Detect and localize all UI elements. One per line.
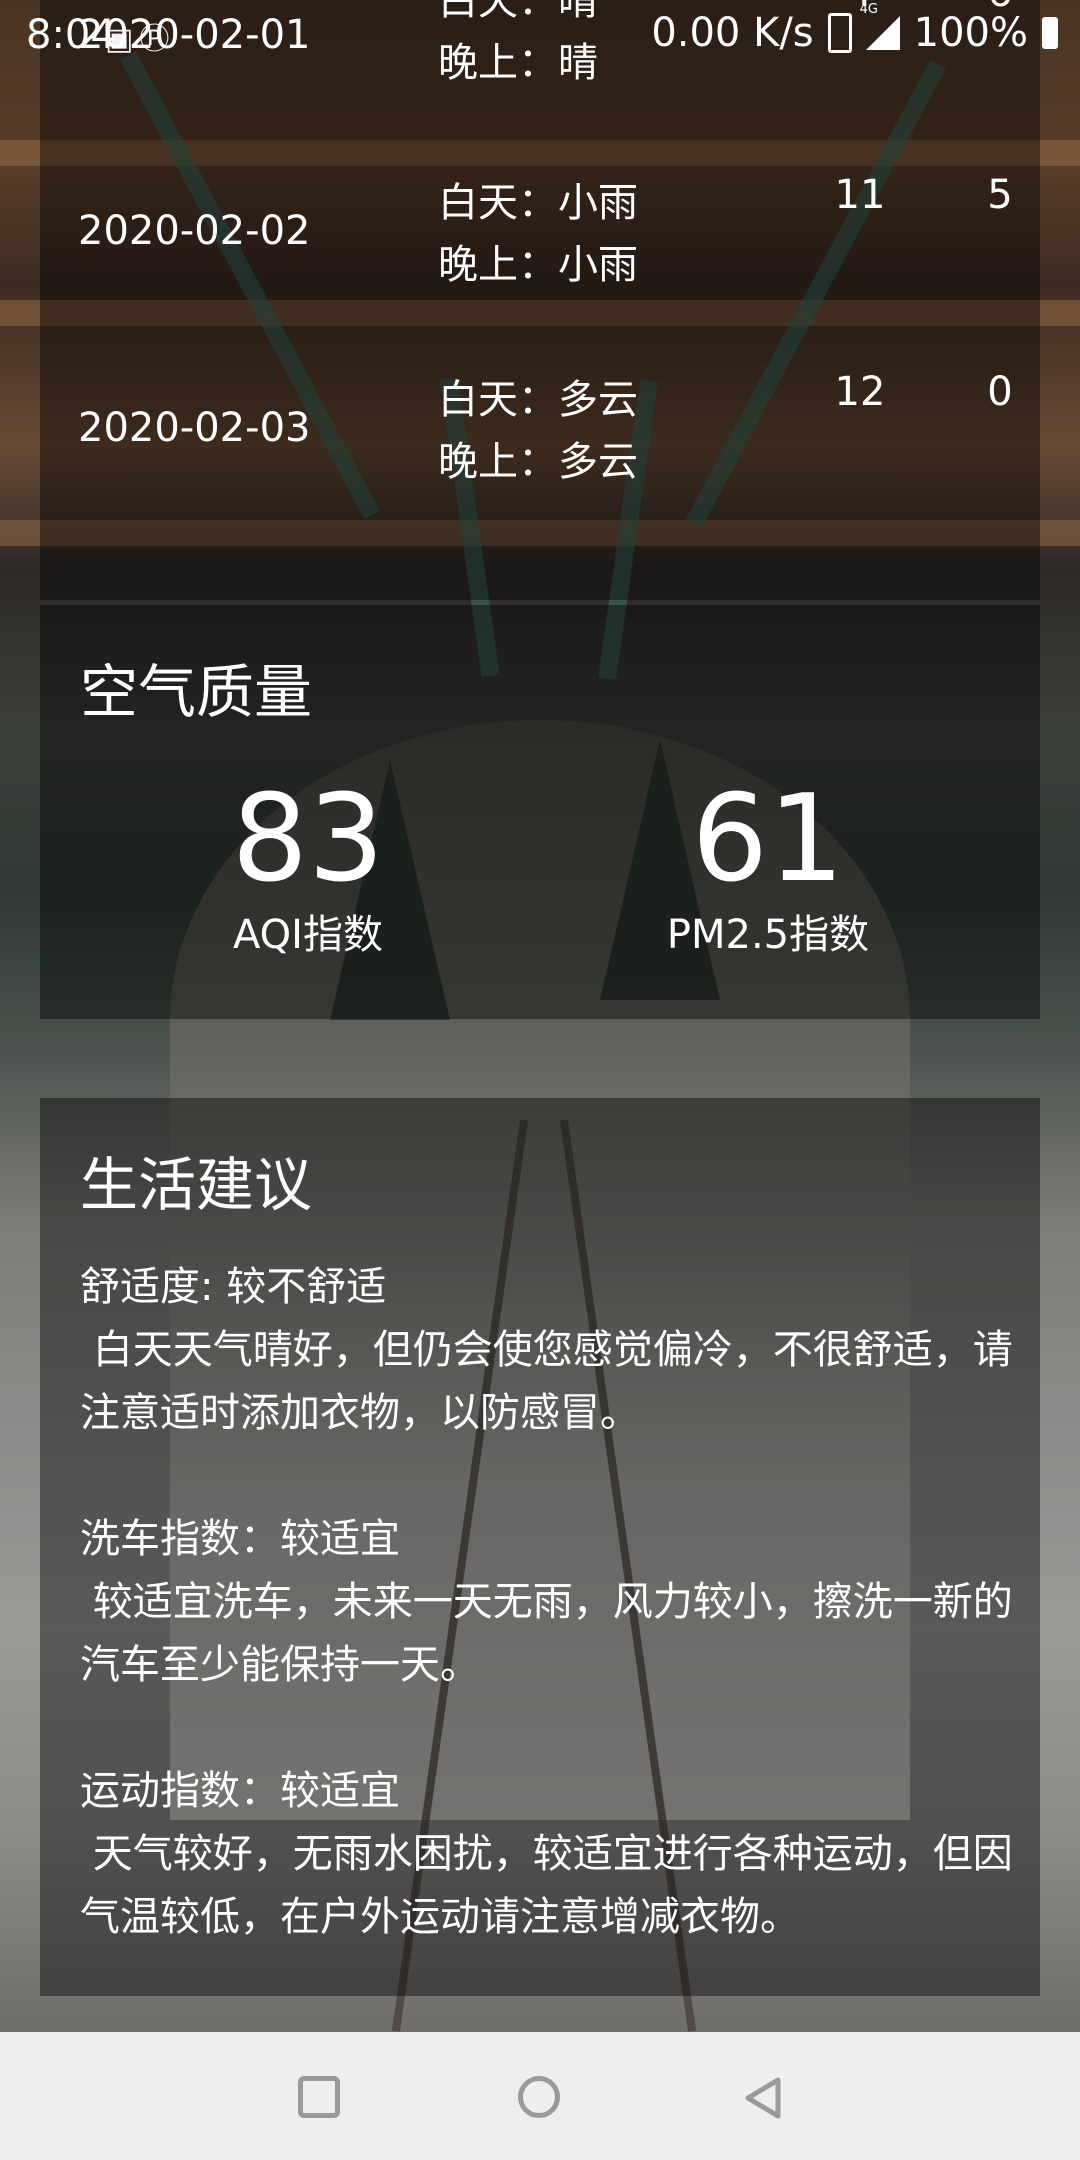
recent-apps-button[interactable] [298, 2076, 340, 2118]
status-time: 8:04 [26, 12, 116, 58]
life-suggestion-text: 舒适度: 较不舒适 白天天气晴好，但仍会使您感觉偏冷，不很舒适，请注意适时添加衣… [80, 1264, 1013, 1940]
air-quality-card: 空气质量 83 AQI指数 61 PM2.5指数 [40, 605, 1040, 1019]
aqi-label: AQI指数 [233, 912, 383, 958]
forecast-max-temp: 12 [834, 369, 886, 415]
life-suggestion-card: 生活建议 舒适度: 较不舒适 白天天气晴好，但仍会使您感觉偏冷，不很舒适，请注意… [40, 1098, 1040, 1996]
net-speed: 0.00 K/s [651, 10, 814, 56]
forecast-min-temp: 0 [987, 369, 1013, 415]
forecast-night-condition: 晚上：小雨 [438, 242, 638, 288]
forecast-min-temp: 5 [987, 172, 1013, 218]
signal-icon [865, 16, 900, 50]
pm25-block: 61 PM2.5指数 [618, 775, 918, 965]
navigation-bar [0, 2032, 1080, 2160]
status-bar: 8:04 ▣Ⓟ 0.00 K/s 4G 100% [0, 0, 1080, 66]
home-button[interactable] [518, 2076, 560, 2118]
image-notification-icon: ▣ [105, 22, 140, 57]
forecast-date: 2020-02-03 [78, 405, 311, 451]
forecast-card: 2020-02-01 白天：晴 晚上：晴 4 6 2020-02-02 白天：小… [40, 0, 1040, 600]
notification-icons: ▣Ⓟ [105, 14, 175, 58]
forecast-condition: 白天：小雨 晚上：小雨 [438, 172, 638, 296]
forecast-row: 2020-02-03 白天：多云 晚上：多云 12 0 [40, 369, 1040, 499]
sim-icon [827, 13, 852, 53]
forecast-max-temp: 11 [834, 172, 886, 218]
forecast-row: 2020-02-02 白天：小雨 晚上：小雨 11 5 [40, 172, 1040, 302]
back-button[interactable] [744, 2076, 784, 2119]
pm25-label: PM2.5指数 [666, 912, 870, 958]
network-type: 4G [859, 2, 878, 17]
forecast-condition: 白天：多云 晚上：多云 [438, 369, 638, 493]
pm25-value: 61 [691, 770, 845, 909]
status-right: 0.00 K/s 4G 100% [651, 2, 1058, 56]
forecast-night-condition: 晚上：多云 [438, 439, 638, 485]
battery-percent: 100% [913, 10, 1028, 56]
battery-icon [1042, 17, 1058, 49]
back-triangle-icon [745, 2077, 781, 2119]
forecast-day-condition: 白天：小雨 [438, 180, 638, 226]
signal-group: 4G [860, 2, 900, 50]
air-quality-title: 空气质量 [80, 658, 313, 726]
life-suggestion-title: 生活建议 [80, 1151, 313, 1219]
forecast-day-condition: 白天：多云 [438, 377, 638, 423]
aqi-value: 83 [231, 770, 385, 909]
aqi-block: 83 AQI指数 [158, 775, 458, 965]
parking-notification-icon: Ⓟ [139, 22, 176, 57]
forecast-date: 2020-02-02 [78, 208, 311, 254]
